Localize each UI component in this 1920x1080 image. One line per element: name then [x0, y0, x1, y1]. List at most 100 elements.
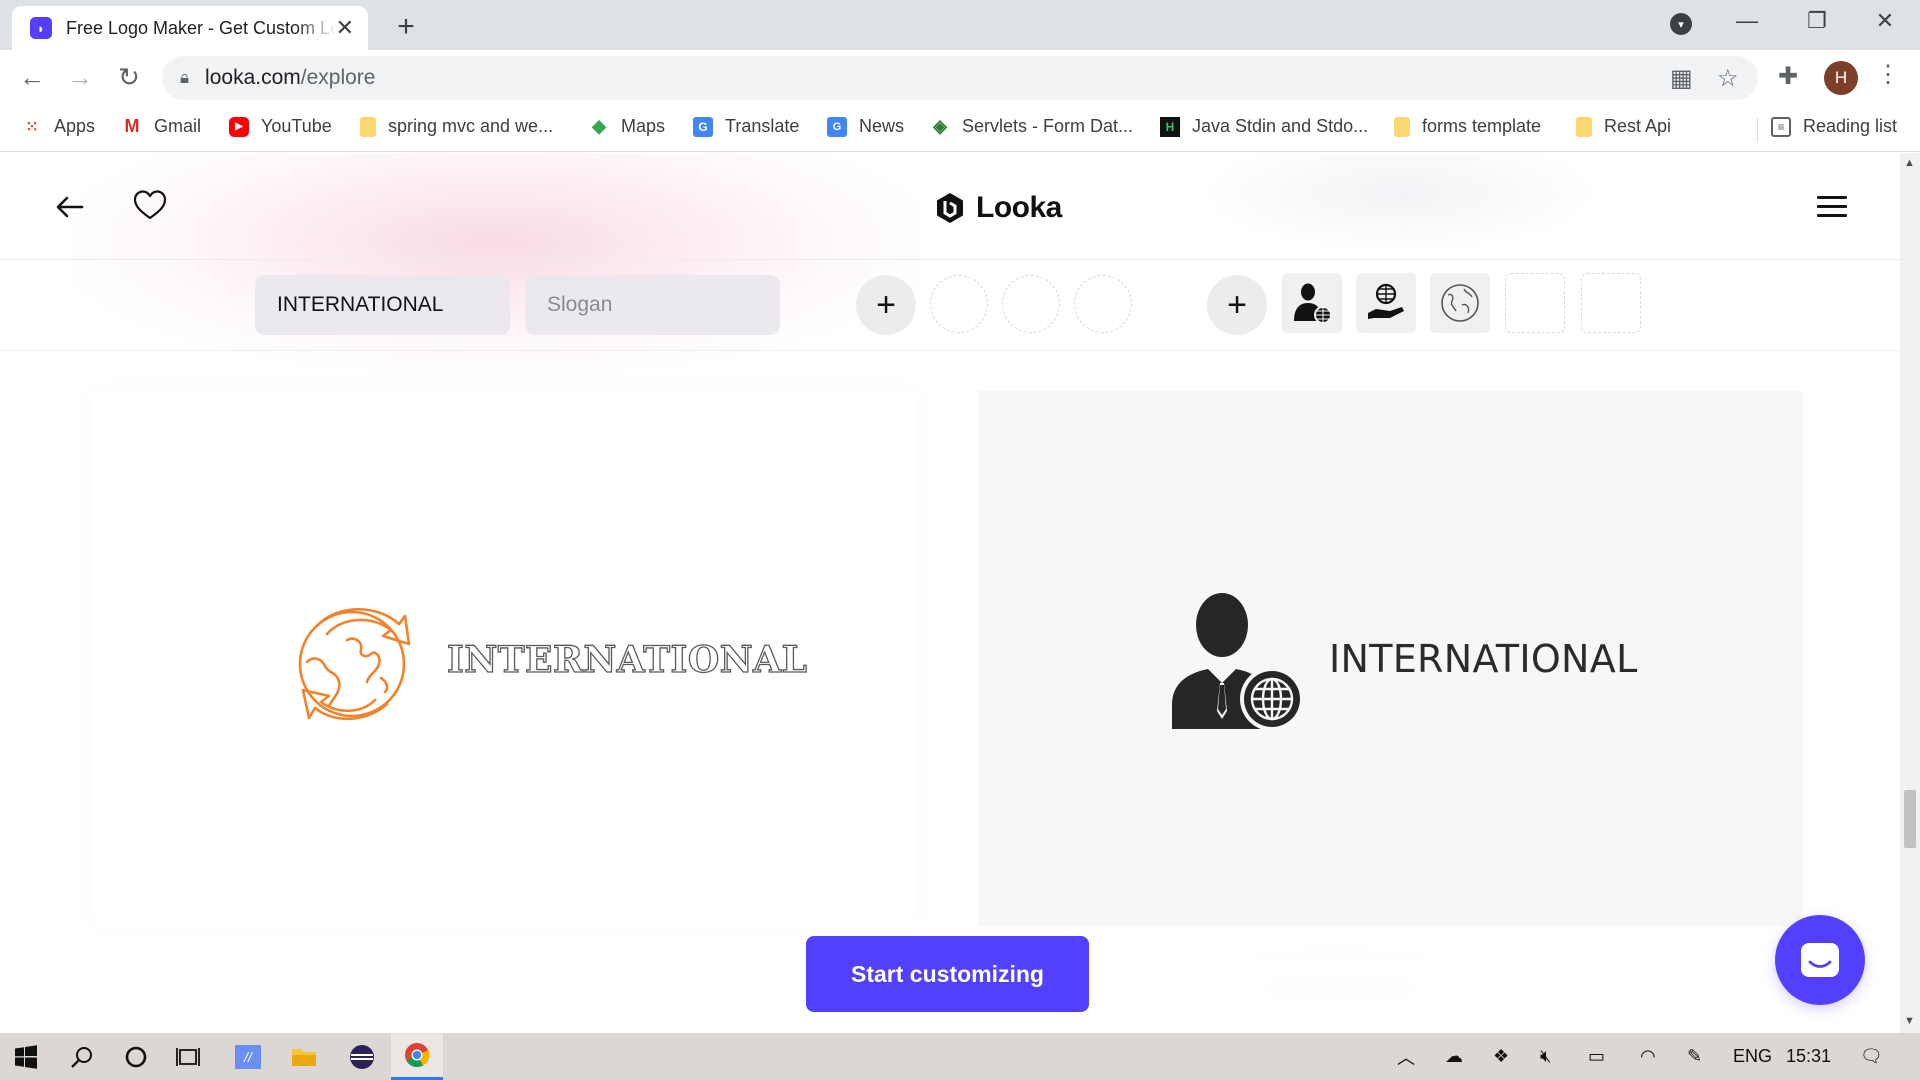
folder-icon — [1576, 116, 1592, 137]
url-text: looka.com/explore — [205, 66, 376, 89]
color-slot-empty[interactable] — [1074, 275, 1132, 333]
minimize-button[interactable]: — — [1727, 8, 1767, 34]
scroll-up-icon[interactable]: ▲ — [1904, 157, 1915, 169]
folder-icon — [360, 116, 376, 137]
bookmark-spring-mvc[interactable]: spring mvc and we... — [360, 116, 553, 137]
chat-support-button[interactable] — [1775, 915, 1865, 1005]
hand-globe-icon — [1368, 283, 1404, 319]
notifications-icon[interactable]: 🗨︎ — [1860, 1033, 1883, 1080]
browser-toolbar: ← → ↻ 🔒︎ looka.com/explore ▦ ☆ — [0, 50, 1920, 106]
profile-avatar[interactable]: H — [1824, 61, 1858, 95]
dropbox-icon[interactable]: ❖ — [1493, 1033, 1509, 1080]
logo-editor-bar: INTERNATIONAL Slogan + + — [0, 261, 1900, 351]
symbol-hand-globe[interactable] — [1356, 273, 1416, 333]
reading-list-icon: ≡ — [1771, 116, 1791, 137]
symbol-slot-empty[interactable] — [1505, 273, 1565, 333]
volume-muted-icon[interactable]: 🔇︎ — [1540, 1033, 1551, 1080]
looka-brand[interactable]: Looka — [934, 191, 1062, 225]
bookmark-rest-api[interactable]: Rest Api — [1576, 116, 1671, 137]
browser-menu-icon[interactable]: ⋮ — [1876, 60, 1900, 89]
reading-list-button[interactable]: ≡ Reading list — [1771, 116, 1897, 137]
symbol-world-globe[interactable] — [1430, 273, 1490, 333]
start-customizing-button[interactable]: Start customizing — [806, 936, 1089, 1012]
youtube-icon: ▶ — [229, 116, 249, 137]
restore-button[interactable]: ❐ — [1797, 8, 1837, 34]
globe-arrows-icon — [298, 607, 411, 721]
language-indicator[interactable]: ENG — [1733, 1033, 1772, 1080]
forward-button[interactable]: → — [63, 62, 97, 93]
bookmark-star-icon[interactable]: ☆ — [1717, 64, 1739, 93]
bookmarks-bar: ⁙ Apps M Gmail ▶ YouTube spring mvc and … — [0, 106, 1920, 152]
new-tab-button[interactable]: + — [390, 10, 422, 44]
translate-icon: G — [693, 116, 713, 137]
favorite-heart-icon[interactable] — [132, 187, 168, 223]
extensions-puzzle-icon[interactable]: ✚ — [1778, 62, 1798, 91]
apps-grid-icon: ⁙ — [25, 118, 39, 136]
symbol-slot-empty[interactable] — [1581, 273, 1641, 333]
windows-taskbar: // ︿ ☁︎ ❖ 🔇︎ ▭ ◠ ✎ ENG 15:31 🗨︎ — [0, 1033, 1920, 1080]
reload-button[interactable]: ↻ — [112, 62, 146, 93]
address-bar[interactable]: 🔒︎ looka.com/explore — [162, 56, 1758, 100]
site-header: Looka — [0, 153, 1900, 260]
add-color-button[interactable]: + — [856, 275, 916, 335]
close-tab-icon[interactable]: ✕ — [336, 15, 354, 41]
bookmark-youtube[interactable]: ▶ YouTube — [229, 116, 332, 137]
search-icon[interactable] — [56, 1033, 108, 1080]
maps-icon: ◆ — [592, 116, 606, 136]
cortana-icon[interactable] — [110, 1033, 162, 1080]
back-button[interactable]: ← — [15, 62, 49, 93]
scrollbar-thumb[interactable] — [1904, 790, 1916, 848]
company-name-input[interactable]: INTERNATIONAL — [255, 275, 510, 335]
onedrive-icon[interactable]: ☁︎ — [1445, 1033, 1463, 1080]
world-globe-icon — [1441, 284, 1479, 322]
pen-icon[interactable]: ✎ — [1687, 1033, 1702, 1080]
lock-icon: 🔒︎ — [180, 68, 190, 87]
businessman-globe-icon — [1172, 593, 1304, 731]
bookmark-maps[interactable]: ◆ Maps — [589, 116, 665, 137]
back-arrow-icon[interactable] — [52, 189, 88, 225]
chat-icon — [1801, 943, 1839, 977]
bookmark-news[interactable]: G News — [827, 116, 904, 137]
task-view-icon[interactable] — [162, 1033, 214, 1080]
file-explorer-icon[interactable] — [278, 1033, 330, 1080]
wifi-icon[interactable]: ◠ — [1640, 1033, 1656, 1080]
scroll-down-icon[interactable]: ▼ — [1904, 1015, 1915, 1027]
windows-start-icon[interactable] — [0, 1033, 52, 1080]
bookmark-translate[interactable]: G Translate — [693, 116, 799, 137]
browser-tab[interactable]: ◗ Free Logo Maker - Get Custom Lo ✕ — [12, 6, 368, 50]
color-slot-empty[interactable] — [1002, 275, 1060, 333]
gmail-icon: M — [124, 116, 140, 136]
clock[interactable]: 15:31 — [1786, 1033, 1831, 1080]
bookmark-gmail[interactable]: M Gmail — [122, 116, 202, 137]
brand-name: Looka — [976, 191, 1062, 224]
tab-search-icon[interactable]: ▾ — [1670, 13, 1692, 35]
logo-card[interactable]: INTERNATIONAL — [978, 391, 1803, 926]
eclipse-icon[interactable] — [336, 1033, 388, 1080]
bookmark-java-stdin[interactable]: H Java Stdin and Stdo... — [1160, 116, 1368, 137]
battery-icon[interactable]: ▭ — [1588, 1033, 1605, 1080]
bookmark-forms-template[interactable]: forms template — [1394, 116, 1541, 137]
tab-title: Free Logo Maker - Get Custom Lo — [65, 17, 336, 38]
looka-page: Looka INTERNATIONAL Slogan + + INTERNATI… — [0, 153, 1900, 1033]
vscode-like-app-icon[interactable]: // — [222, 1033, 274, 1080]
bookmarks-divider — [1757, 118, 1758, 142]
folder-icon — [1394, 116, 1410, 137]
logo-card[interactable]: INTERNATIONAL — [92, 391, 917, 926]
page-scrollbar[interactable]: ▲ ▼ — [1900, 153, 1920, 1033]
tab-strip: ◗ Free Logo Maker - Get Custom Lo ✕ + ▾ … — [0, 0, 1920, 50]
chrome-taskbar-icon[interactable] — [391, 1033, 443, 1080]
qr-code-icon[interactable]: ▦ — [1670, 64, 1693, 93]
symbol-businessman-globe[interactable] — [1282, 273, 1342, 333]
slogan-input[interactable]: Slogan — [525, 275, 780, 335]
businessman-globe-icon — [1294, 283, 1332, 324]
show-hidden-icons[interactable]: ︿ — [1397, 1033, 1415, 1080]
hamburger-menu-icon[interactable] — [1817, 196, 1847, 218]
hackerrank-icon: H — [1160, 116, 1180, 137]
bookmark-apps[interactable]: ⁙ Apps — [22, 116, 95, 137]
looka-logo-icon — [937, 193, 963, 223]
color-slot-empty[interactable] — [930, 275, 988, 333]
news-icon: G — [827, 116, 847, 137]
close-window-button[interactable]: ✕ — [1865, 8, 1905, 34]
add-symbol-button[interactable]: + — [1207, 275, 1267, 335]
bookmark-servlets[interactable]: ◈ Servlets - Form Dat... — [930, 116, 1133, 137]
